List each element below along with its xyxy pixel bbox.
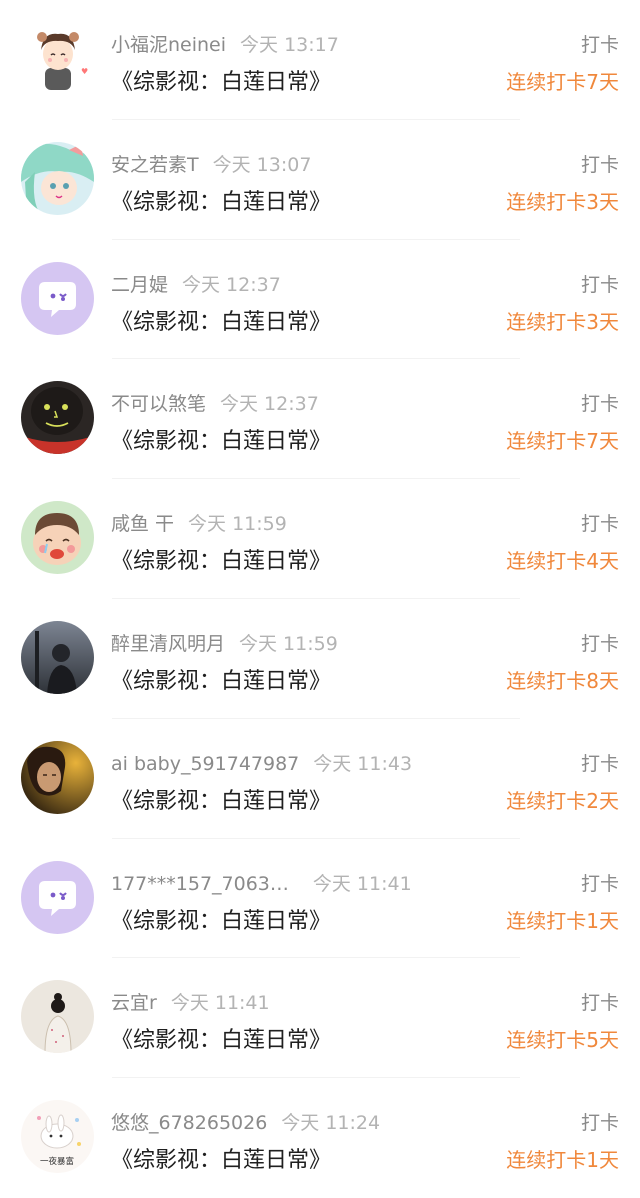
avatar[interactable]: [21, 381, 94, 455]
list-item[interactable]: 云宜r 今天 11:41 《综影视：白莲日常》 打卡 连续打卡5天: [0, 958, 640, 1079]
cartoon-crying-icon: [21, 501, 94, 575]
list-item[interactable]: 咸鱼 干今天 11:59 《综影视：白莲日常》 打卡 连续打卡4天: [0, 479, 640, 599]
avatar[interactable]: [21, 141, 94, 215]
avatar-caption: 一夜暴富: [40, 1156, 74, 1167]
entry-meta: 云宜r 今天 11:41: [111, 988, 270, 1015]
streak-badge: 连续打卡4天: [506, 549, 619, 574]
username[interactable]: 安之若素T: [111, 154, 199, 176]
entry-meta: 二月媞 今天 12:37: [111, 270, 281, 297]
streak-badge: 连续打卡3天: [506, 309, 619, 334]
checkin-list: ♥ 小福泥neinei 今天 13:17 《综影视：白莲日常》 打卡 连续打卡7天: [0, 0, 640, 1198]
svg-text:♥: ♥: [81, 67, 88, 76]
timestamp: 今天 12:37: [182, 273, 281, 296]
list-item[interactable]: 不可以煞笔 今天 12:37 《综影视：白莲日常》 打卡 连续打卡7天: [0, 359, 640, 480]
checkin-label: 打卡: [580, 1112, 619, 1135]
timestamp: 今天 11:41: [170, 992, 270, 1015]
book-title[interactable]: 《综影视：白莲日常》: [111, 1142, 331, 1174]
photo-dark-icon: [21, 620, 94, 694]
streak-badge: 连续打卡7天: [506, 429, 619, 454]
username[interactable]: 177***157_7063…: [111, 873, 289, 895]
timestamp: 今天 13:07: [212, 153, 312, 176]
timestamp: 今天 11:43: [313, 752, 413, 775]
entry-meta: ai baby_591747987 今天 11:43: [111, 749, 412, 776]
avatar[interactable]: [21, 980, 94, 1054]
anime-girl-icon: [21, 141, 94, 215]
entry-meta: 醉里清风明月 今天 11:59: [111, 629, 338, 656]
checkin-label: 打卡: [580, 153, 619, 176]
streak-badge: 连续打卡5天: [506, 1028, 619, 1053]
timestamp: 今天 11:41: [312, 872, 412, 895]
list-item[interactable]: ai baby_591747987 今天 11:43 《综影视：白莲日常》 打卡 …: [0, 719, 640, 839]
default-chat-avatar-icon: [21, 261, 94, 335]
username[interactable]: 悠悠_678265026: [111, 1112, 267, 1134]
list-item[interactable]: ♥ 小福泥neinei 今天 13:17 《综影视：白莲日常》 打卡 连续打卡7天: [0, 0, 640, 120]
list-item[interactable]: 醉里清风明月 今天 11:59 《综影视：白莲日常》 打卡 连续打卡8天: [0, 599, 640, 719]
username[interactable]: 醉里清风明月: [111, 633, 225, 655]
entry-meta: 安之若素T 今天 13:07: [111, 150, 311, 177]
timestamp: 今天 11:24: [281, 1112, 381, 1135]
list-item[interactable]: 177***157_7063… 今天 11:41 《综影视：白莲日常》 打卡 连续…: [0, 839, 640, 959]
username[interactable]: 云宜r: [111, 992, 157, 1014]
checkin-label: 打卡: [580, 393, 619, 416]
username[interactable]: 小福泥neinei: [111, 34, 226, 56]
entry-meta: 小福泥neinei 今天 13:17: [111, 30, 339, 57]
cartoon-boy-icon: ♥: [21, 22, 94, 95]
streak-badge: 连续打卡1天: [506, 1148, 619, 1173]
book-title[interactable]: 《综影视：白莲日常》: [111, 1022, 331, 1054]
book-title[interactable]: 《综影视：白莲日常》: [111, 304, 331, 336]
girl-silhouette-icon: [21, 980, 94, 1054]
timestamp: 今天 13:17: [240, 34, 339, 56]
default-chat-avatar-icon: [21, 860, 94, 934]
book-title[interactable]: 《综影视：白莲日常》: [111, 783, 331, 815]
entry-meta: 不可以煞笔 今天 12:37: [111, 389, 319, 416]
avatar[interactable]: [21, 860, 94, 934]
timestamp: 今天 11:59: [239, 632, 338, 655]
rabbit-icon: 一夜暴富: [21, 1100, 94, 1174]
book-title[interactable]: 《综影视：白莲日常》: [111, 663, 331, 695]
checkin-label: 打卡: [580, 872, 619, 895]
book-title[interactable]: 《综影视：白莲日常》: [111, 184, 331, 216]
list-item[interactable]: 安之若素T 今天 13:07 《综影视：白莲日常》 打卡 连续打卡3天: [0, 120, 640, 240]
book-title[interactable]: 《综影视：白莲日常》: [111, 64, 331, 96]
checkin-label: 打卡: [580, 752, 619, 775]
checkin-label: 打卡: [580, 632, 619, 655]
book-title[interactable]: 《综影视：白莲日常》: [111, 543, 331, 575]
username[interactable]: 不可以煞笔: [111, 393, 206, 415]
streak-badge: 连续打卡2天: [506, 788, 619, 813]
book-title[interactable]: 《综影视：白莲日常》: [111, 423, 331, 455]
timestamp: 今天 11:59: [188, 513, 287, 536]
avatar[interactable]: 一夜暴富: [21, 1100, 94, 1174]
list-item[interactable]: 一夜暴富 悠悠_678265026 今天 11:24 《综影视：白莲日常》 打卡 …: [0, 1078, 640, 1198]
checkin-label: 打卡: [580, 513, 619, 536]
avatar[interactable]: ♥: [21, 22, 94, 95]
avatar[interactable]: [21, 501, 94, 575]
avatar[interactable]: [21, 740, 94, 814]
streak-badge: 连续打卡8天: [506, 668, 619, 693]
username[interactable]: 二月媞: [111, 274, 168, 296]
list-item[interactable]: 二月媞 今天 12:37 《综影视：白莲日常》 打卡 连续打卡3天: [0, 240, 640, 360]
checkin-label: 打卡: [580, 273, 619, 296]
timestamp: 今天 12:37: [220, 393, 319, 416]
dark-face-icon: [21, 381, 94, 455]
entry-meta: 悠悠_678265026 今天 11:24: [111, 1108, 380, 1135]
username[interactable]: 咸鱼 干: [111, 513, 174, 535]
avatar[interactable]: [21, 261, 94, 335]
streak-badge: 连续打卡3天: [506, 189, 619, 214]
book-title[interactable]: 《综影视：白莲日常》: [111, 903, 331, 935]
avatar[interactable]: [21, 620, 94, 694]
entry-meta: 177***157_7063… 今天 11:41: [111, 869, 412, 896]
streak-badge: 连续打卡7天: [506, 70, 619, 94]
photo-face-icon: [21, 740, 94, 814]
streak-badge: 连续打卡1天: [506, 908, 619, 933]
checkin-label: 打卡: [580, 34, 619, 56]
checkin-label: 打卡: [580, 992, 619, 1015]
entry-meta: 咸鱼 干今天 11:59: [111, 509, 287, 536]
username[interactable]: ai baby_591747987: [111, 753, 299, 775]
